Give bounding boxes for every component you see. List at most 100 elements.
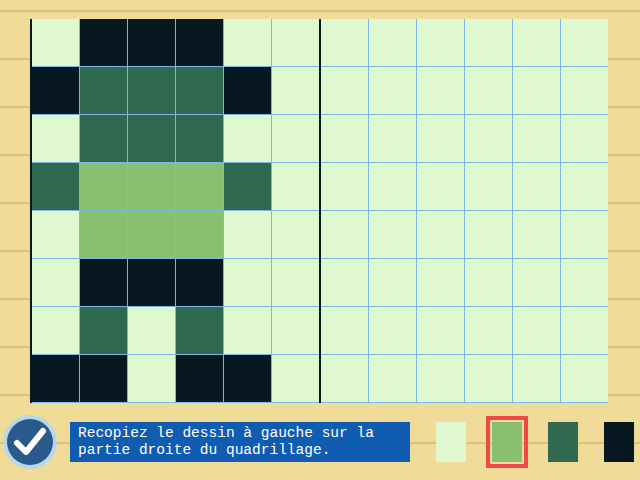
grid-cell — [32, 307, 79, 354]
grid-cell[interactable] — [465, 19, 512, 66]
grid-cell[interactable] — [417, 67, 464, 114]
color-swatch[interactable] — [486, 416, 528, 468]
grid-cell[interactable] — [369, 211, 416, 258]
grid-cell — [272, 211, 319, 258]
grid-cell[interactable] — [369, 115, 416, 162]
grid-cell — [176, 211, 223, 258]
grid-cell[interactable] — [561, 307, 608, 354]
grid-cell[interactable] — [561, 355, 608, 402]
grid-cell[interactable] — [465, 307, 512, 354]
grid-cell — [176, 19, 223, 66]
grid-cell[interactable] — [417, 115, 464, 162]
grid-cell[interactable] — [321, 115, 368, 162]
grid-cell — [272, 163, 319, 210]
grid-board — [30, 19, 606, 403]
grid-cell[interactable] — [465, 211, 512, 258]
grid-cell[interactable] — [417, 259, 464, 306]
grid-cell — [80, 259, 127, 306]
grid-cell[interactable] — [321, 307, 368, 354]
grid-cell — [128, 211, 175, 258]
grid-cell[interactable] — [321, 67, 368, 114]
grid-cell[interactable] — [321, 19, 368, 66]
grid-cell[interactable] — [369, 355, 416, 402]
swatch-fill — [492, 422, 522, 462]
grid-cell — [80, 307, 127, 354]
grid-cell — [272, 19, 319, 66]
grid-cell — [176, 115, 223, 162]
grid-cell — [128, 19, 175, 66]
grid-cell[interactable] — [321, 211, 368, 258]
grid-cell[interactable] — [417, 211, 464, 258]
model-grid — [32, 19, 319, 403]
grid-cell[interactable] — [417, 307, 464, 354]
grid-cell — [128, 259, 175, 306]
grid-cell[interactable] — [513, 259, 560, 306]
swatch-fill — [604, 422, 634, 462]
grid-cell — [80, 355, 127, 402]
grid-cell — [128, 355, 175, 402]
swatch-fill — [548, 422, 578, 462]
grid-cell[interactable] — [369, 307, 416, 354]
grid-cell — [272, 67, 319, 114]
grid-cell — [272, 115, 319, 162]
grid-cell[interactable] — [513, 67, 560, 114]
grid-cell[interactable] — [513, 211, 560, 258]
grid-cell — [224, 259, 271, 306]
grid-cell[interactable] — [321, 259, 368, 306]
grid-cell — [272, 307, 319, 354]
grid-cell[interactable] — [513, 355, 560, 402]
grid-cell[interactable] — [561, 67, 608, 114]
grid-cell — [32, 67, 79, 114]
grid-cell — [224, 19, 271, 66]
color-swatch[interactable] — [598, 416, 640, 468]
grid-cell[interactable] — [513, 115, 560, 162]
grid-cell[interactable] — [465, 67, 512, 114]
drawing-area — [0, 0, 640, 404]
grid-cell — [128, 67, 175, 114]
color-swatch[interactable] — [542, 416, 584, 468]
grid-cell — [32, 259, 79, 306]
grid-cell[interactable] — [369, 163, 416, 210]
grid-cell — [272, 355, 319, 402]
grid-cell[interactable] — [417, 163, 464, 210]
grid-cell[interactable] — [561, 211, 608, 258]
grid-cell — [80, 211, 127, 258]
copy-grid[interactable] — [321, 19, 608, 403]
grid-cell — [224, 67, 271, 114]
grid-cell[interactable] — [321, 163, 368, 210]
grid-cell[interactable] — [369, 19, 416, 66]
grid-cell[interactable] — [561, 19, 608, 66]
grid-cell — [224, 211, 271, 258]
grid-cell[interactable] — [465, 115, 512, 162]
grid-cell — [224, 355, 271, 402]
check-button[interactable] — [2, 414, 58, 470]
grid-cell[interactable] — [417, 19, 464, 66]
grid-cell[interactable] — [561, 259, 608, 306]
grid-cell — [128, 115, 175, 162]
grid-cell[interactable] — [465, 163, 512, 210]
grid-cell[interactable] — [513, 307, 560, 354]
grid-cell[interactable] — [561, 115, 608, 162]
color-palette — [430, 416, 640, 468]
grid-cell[interactable] — [465, 259, 512, 306]
grid-cell[interactable] — [465, 355, 512, 402]
grid-cell — [176, 67, 223, 114]
grid-cell — [224, 115, 271, 162]
grid-cell — [272, 259, 319, 306]
grid-cell — [128, 163, 175, 210]
instruction-text: Recopiez le dessin à gauche sur la parti… — [70, 422, 410, 462]
grid-cell[interactable] — [321, 355, 368, 402]
grid-cell[interactable] — [561, 163, 608, 210]
grid-cell — [32, 211, 79, 258]
grid-cell — [80, 19, 127, 66]
grid-cell[interactable] — [417, 355, 464, 402]
grid-cell[interactable] — [369, 259, 416, 306]
grid-cell[interactable] — [513, 19, 560, 66]
grid-cell — [80, 163, 127, 210]
checkmark-icon — [2, 414, 58, 470]
grid-cell[interactable] — [369, 67, 416, 114]
grid-cell — [32, 163, 79, 210]
grid-cell[interactable] — [513, 163, 560, 210]
grid-cell — [224, 307, 271, 354]
color-swatch[interactable] — [430, 416, 472, 468]
